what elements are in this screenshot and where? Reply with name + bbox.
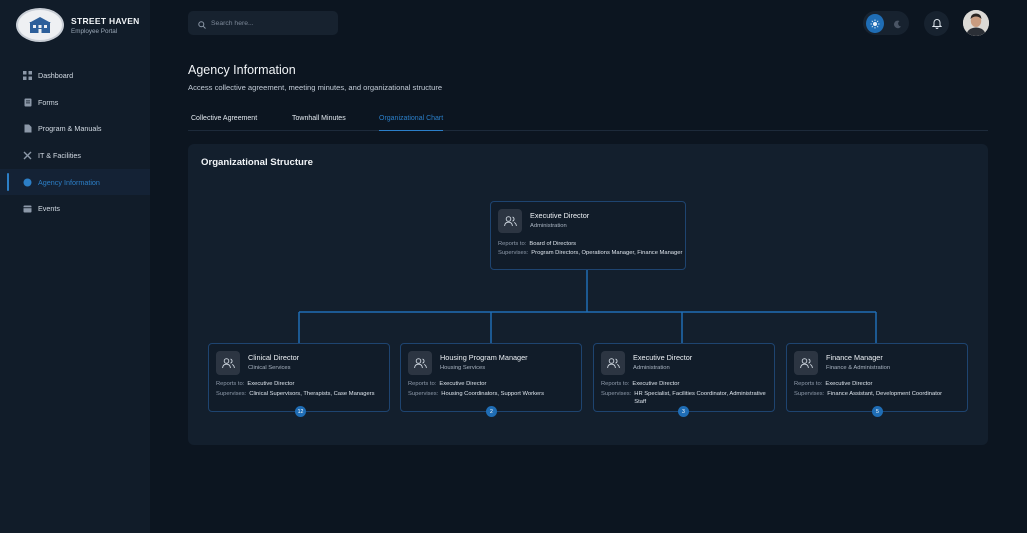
org-chart-panel: Organizational Structure Executive Direc…	[188, 144, 988, 445]
sidebar-item-program-manuals[interactable]: Program & Manuals	[0, 115, 150, 142]
org-card-title: Housing Program Manager	[440, 353, 528, 362]
supervises-label: Supervises:	[601, 391, 632, 397]
supervises-label: Supervises:	[498, 250, 529, 256]
tab-bar: Collective Agreement Townhall Minutes Or…	[188, 106, 988, 131]
org-card-child[interactable]: Executive Director Administration Report…	[593, 343, 775, 417]
app-root: STREET HAVEN Employee Portal Dashboard F…	[0, 0, 1027, 533]
sidebar-item-label: IT & Facilities	[38, 150, 82, 160]
org-card-title: Clinical Director	[248, 353, 300, 362]
sidebar-item-label: Program & Manuals	[38, 124, 102, 134]
sun-icon	[870, 14, 880, 33]
reports-to-label: Reports to:	[408, 381, 437, 387]
org-card-department: Administration	[633, 365, 670, 371]
supervises-label: Supervises:	[408, 391, 439, 397]
sidebar: STREET HAVEN Employee Portal Dashboard F…	[0, 0, 150, 533]
brand-title: STREET HAVEN	[71, 15, 140, 26]
org-card-supervises-row: Supervises: Program Directors, Operation…	[498, 249, 683, 257]
bell-icon	[931, 14, 942, 33]
document-icon	[23, 98, 32, 107]
supervises-value: Clinical Supervisors, Therapists, Case M…	[249, 391, 375, 397]
users-icon	[498, 209, 522, 233]
tab-townhall-minutes[interactable]: Townhall Minutes	[292, 106, 346, 131]
org-card-supervises-row: Supervises: Clinical Supervisors, Therap…	[216, 390, 386, 398]
page-subtitle: Access collective agreement, meeting min…	[188, 83, 443, 92]
reports-to-value: Executive Director	[439, 381, 487, 387]
org-card-reports-row: Reports to: Executive Director	[601, 380, 679, 388]
sidebar-item-agency-information[interactable]: Agency Information	[0, 168, 150, 196]
street-haven-logo	[16, 8, 64, 42]
reports-to-label: Reports to:	[601, 381, 630, 387]
supervises-value: Housing Coordinators, Support Workers	[441, 391, 544, 397]
sidebar-item-label: Dashboard	[38, 70, 74, 80]
tab-organizational-chart[interactable]: Organizational Chart	[379, 106, 444, 131]
org-card-supervises-row: Supervises: Finance Assistant, Developme…	[794, 390, 944, 398]
reports-to-label: Reports to:	[216, 381, 245, 387]
sidebar-item-label: Forms	[38, 97, 59, 107]
reports-to-label: Reports to:	[498, 241, 527, 247]
users-icon	[216, 351, 240, 375]
search-bar[interactable]	[188, 11, 338, 35]
org-card-reports-row: Reports to: Board of Directors	[498, 240, 576, 248]
org-card-reports-row: Reports to: Executive Director	[408, 380, 486, 388]
org-card-title: Executive Director	[530, 211, 590, 220]
grid-icon	[23, 70, 32, 80]
direct-reports-count-badge: 5	[872, 406, 883, 417]
user-avatar[interactable]	[963, 10, 989, 36]
search-input[interactable]	[211, 19, 321, 27]
users-icon	[794, 351, 818, 375]
reports-to-label: Reports to:	[794, 381, 823, 387]
sidebar-item-forms[interactable]: Forms	[0, 89, 150, 116]
sidebar-item-it-facilities[interactable]: IT & Facilities	[0, 142, 150, 169]
tools-icon	[23, 151, 32, 160]
org-card-supervises-row: Supervises: Housing Coordinators, Suppor…	[408, 390, 573, 398]
reports-to-value: Executive Director	[247, 381, 295, 387]
org-card-department: Administration	[530, 223, 567, 229]
sidebar-item-events[interactable]: Events	[0, 195, 150, 222]
direct-reports-count-badge: 2	[486, 406, 497, 417]
org-card-child[interactable]: Clinical Director Clinical Services Repo…	[208, 343, 390, 417]
org-card-child[interactable]: Housing Program Manager Housing Services…	[400, 343, 582, 417]
tab-collective-agreement[interactable]: Collective Agreement	[191, 106, 257, 131]
org-card-reports-row: Reports to: Executive Director	[216, 380, 294, 388]
org-card-department: Housing Services	[440, 365, 486, 371]
supervises-value: Finance Assistant, Development Coordinat…	[827, 391, 943, 397]
org-card-title: Executive Director	[633, 353, 693, 362]
sidebar-item-label: Agency Information	[38, 177, 100, 187]
direct-reports-count-badge: 3	[678, 406, 689, 417]
search-icon	[198, 14, 206, 33]
page-title: Agency Information	[188, 63, 296, 77]
users-icon	[601, 351, 625, 375]
direct-reports-count-badge: 12	[295, 406, 306, 417]
info-icon	[23, 178, 32, 187]
theme-toggle[interactable]	[863, 11, 909, 35]
org-card-department: Clinical Services	[248, 365, 291, 371]
brand-text: STREET HAVEN Employee Portal	[71, 16, 140, 35]
supervises-value: HR Specialist, Facilities Coordinator, A…	[634, 391, 766, 405]
reports-to-value: Executive Director	[632, 381, 680, 387]
org-card-root[interactable]: Executive Director Administration Report…	[490, 201, 686, 270]
users-icon	[408, 351, 432, 375]
sidebar-item-dashboard[interactable]: Dashboard	[0, 62, 150, 89]
book-icon	[23, 124, 32, 133]
sidebar-item-label: Events	[38, 204, 60, 214]
supervises-value: Program Directors, Operations Manager, F…	[531, 250, 683, 256]
sidebar-nav: Dashboard Forms Program & Manuals IT & F…	[0, 62, 150, 222]
moon-icon	[893, 14, 902, 33]
supervises-label: Supervises:	[216, 391, 247, 397]
org-card-supervises-row: Supervises: HR Specialist, Facilities Co…	[601, 390, 766, 406]
supervises-label: Supervises:	[794, 391, 825, 397]
reports-to-value: Board of Directors	[529, 241, 577, 247]
brand[interactable]: STREET HAVEN Employee Portal	[16, 8, 140, 42]
reports-to-value: Executive Director	[825, 381, 873, 387]
org-card-title: Finance Manager	[826, 353, 883, 362]
org-card-child[interactable]: Finance Manager Finance & Administration…	[786, 343, 968, 417]
light-mode-button[interactable]	[866, 13, 884, 33]
org-card-department: Finance & Administration	[826, 365, 891, 371]
calendar-icon	[23, 204, 32, 213]
brand-subtitle: Employee Portal	[71, 27, 118, 35]
org-card-reports-row: Reports to: Executive Director	[794, 380, 872, 388]
dark-mode-button[interactable]	[889, 14, 907, 33]
notifications-button[interactable]	[924, 11, 949, 36]
